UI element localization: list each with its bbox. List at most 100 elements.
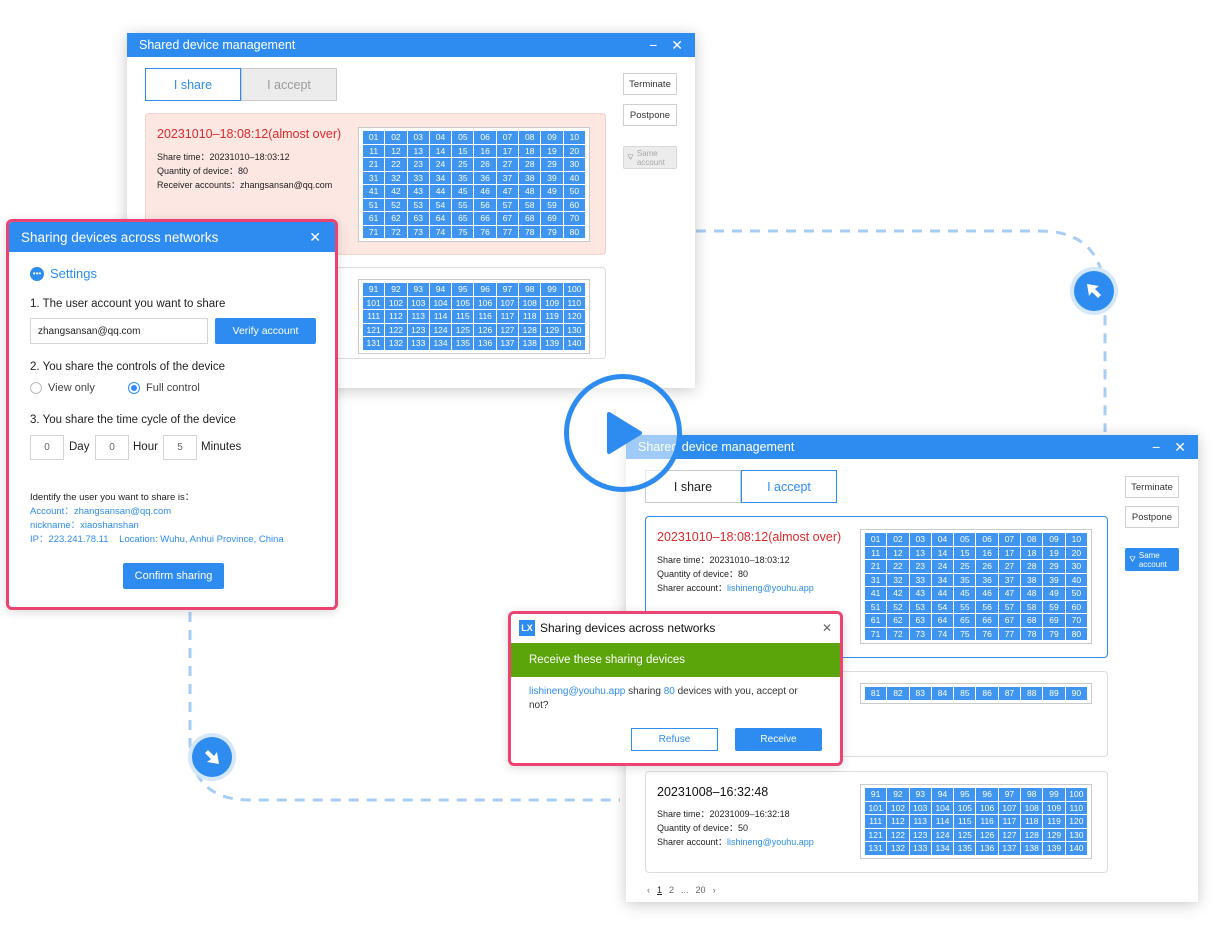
confirm-sharing-button[interactable]: Confirm sharing [123, 563, 224, 589]
device-cell[interactable]: 104 [931, 801, 954, 814]
device-cell[interactable]: 106 [976, 801, 998, 814]
device-cell[interactable]: 60 [1065, 600, 1087, 613]
device-cell[interactable]: 91 [363, 283, 385, 296]
close-icon[interactable]: ✕ [671, 37, 683, 54]
device-cell[interactable]: 105 [954, 801, 976, 814]
device-cell[interactable]: 107 [998, 801, 1021, 814]
device-cell[interactable]: 113 [407, 310, 429, 323]
device-cell[interactable]: 137 [496, 337, 519, 350]
device-cell[interactable]: 116 [976, 815, 998, 828]
tab-i-share[interactable]: I share [145, 68, 241, 101]
device-cell[interactable]: 69 [541, 212, 563, 225]
device-cell[interactable]: 93 [407, 283, 429, 296]
device-cell[interactable]: 137 [998, 842, 1021, 855]
device-cell[interactable]: 27 [998, 560, 1021, 573]
device-cell[interactable]: 49 [541, 185, 563, 198]
device-cell[interactable]: 33 [909, 573, 931, 586]
minimize-icon[interactable]: − [649, 37, 657, 53]
device-cell[interactable]: 06 [976, 533, 998, 546]
device-cell[interactable]: 44 [429, 185, 452, 198]
device-cell[interactable]: 23 [407, 158, 429, 171]
radio-full-control[interactable]: Full control [128, 382, 200, 394]
device-cell[interactable]: 121 [363, 323, 385, 336]
device-cell[interactable]: 140 [1065, 842, 1087, 855]
terminate-button[interactable]: Terminate [1125, 476, 1179, 498]
device-cell[interactable]: 70 [563, 212, 585, 225]
page-last[interactable]: 20 [696, 885, 706, 895]
device-cell[interactable]: 98 [1021, 788, 1043, 801]
device-cell[interactable]: 102 [385, 296, 407, 309]
device-cell[interactable]: 44 [931, 587, 954, 600]
device-cell[interactable]: 30 [1065, 560, 1087, 573]
same-account-button[interactable]: ⛛ Same account [623, 146, 677, 169]
device-cell[interactable]: 110 [1065, 801, 1087, 814]
device-cell[interactable]: 130 [563, 323, 585, 336]
device-cell[interactable]: 90 [1065, 687, 1087, 700]
device-cell[interactable]: 01 [865, 533, 887, 546]
device-cell[interactable]: 22 [385, 158, 407, 171]
device-cell[interactable]: 122 [385, 323, 407, 336]
device-cell[interactable]: 62 [385, 212, 407, 225]
device-cell[interactable]: 66 [976, 614, 998, 627]
device-cell[interactable]: 51 [363, 198, 385, 211]
device-cell[interactable]: 134 [931, 842, 954, 855]
device-cell[interactable]: 73 [909, 627, 931, 640]
device-cell[interactable]: 32 [887, 573, 909, 586]
device-cell[interactable]: 61 [865, 614, 887, 627]
tab-i-accept[interactable]: I accept [741, 470, 837, 503]
device-cell[interactable]: 109 [541, 296, 563, 309]
device-cell[interactable]: 100 [563, 283, 585, 296]
device-cell[interactable]: 29 [541, 158, 563, 171]
device-cell[interactable]: 107 [496, 296, 519, 309]
device-cell[interactable]: 119 [541, 310, 563, 323]
device-cell[interactable]: 67 [998, 614, 1021, 627]
device-cell[interactable]: 50 [1065, 587, 1087, 600]
device-cell[interactable]: 37 [998, 573, 1021, 586]
device-cell[interactable]: 04 [429, 131, 452, 144]
device-cell[interactable]: 91 [865, 788, 887, 801]
device-cell[interactable]: 53 [407, 198, 429, 211]
device-cell[interactable]: 76 [976, 627, 998, 640]
close-icon[interactable]: ✕ [822, 621, 832, 635]
device-cell[interactable]: 26 [474, 158, 496, 171]
device-cell[interactable]: 95 [954, 788, 976, 801]
device-cell[interactable]: 28 [519, 158, 541, 171]
device-cell[interactable]: 99 [541, 283, 563, 296]
device-cell[interactable]: 16 [474, 144, 496, 157]
device-cell[interactable]: 68 [519, 212, 541, 225]
device-cell[interactable]: 133 [407, 337, 429, 350]
device-cell[interactable]: 85 [954, 687, 976, 700]
sharer-account-link[interactable]: lishineng@youhu.app [727, 837, 814, 847]
device-cell[interactable]: 57 [998, 600, 1021, 613]
device-cell[interactable]: 120 [563, 310, 585, 323]
device-cell[interactable]: 79 [541, 225, 563, 238]
device-cell[interactable]: 95 [452, 283, 474, 296]
device-cell[interactable]: 101 [865, 801, 887, 814]
device-cell[interactable]: 139 [541, 337, 563, 350]
device-cell[interactable]: 129 [1043, 828, 1065, 841]
device-cell[interactable]: 20 [563, 144, 585, 157]
device-cell[interactable]: 126 [976, 828, 998, 841]
device-cell[interactable]: 52 [385, 198, 407, 211]
device-cell[interactable]: 127 [496, 323, 519, 336]
device-cell[interactable]: 69 [1043, 614, 1065, 627]
device-cell[interactable]: 80 [1065, 627, 1087, 640]
device-cell[interactable]: 14 [931, 546, 954, 559]
device-cell[interactable]: 11 [363, 144, 385, 157]
device-cell[interactable]: 26 [976, 560, 998, 573]
device-cell[interactable]: 132 [385, 337, 407, 350]
device-cell[interactable]: 133 [909, 842, 931, 855]
device-cell[interactable]: 06 [474, 131, 496, 144]
device-cell[interactable]: 17 [496, 144, 519, 157]
device-cell[interactable]: 127 [998, 828, 1021, 841]
device-cell[interactable]: 64 [429, 212, 452, 225]
device-cell[interactable]: 111 [363, 310, 385, 323]
device-cell[interactable]: 129 [541, 323, 563, 336]
device-cell[interactable]: 07 [998, 533, 1021, 546]
accept-record-card[interactable]: 20231008–16:32:48 Share time：20231009–16… [645, 771, 1108, 873]
device-cell[interactable]: 138 [1021, 842, 1043, 855]
device-cell[interactable]: 117 [496, 310, 519, 323]
device-cell[interactable]: 93 [909, 788, 931, 801]
device-cell[interactable]: 135 [452, 337, 474, 350]
device-cell[interactable]: 25 [452, 158, 474, 171]
